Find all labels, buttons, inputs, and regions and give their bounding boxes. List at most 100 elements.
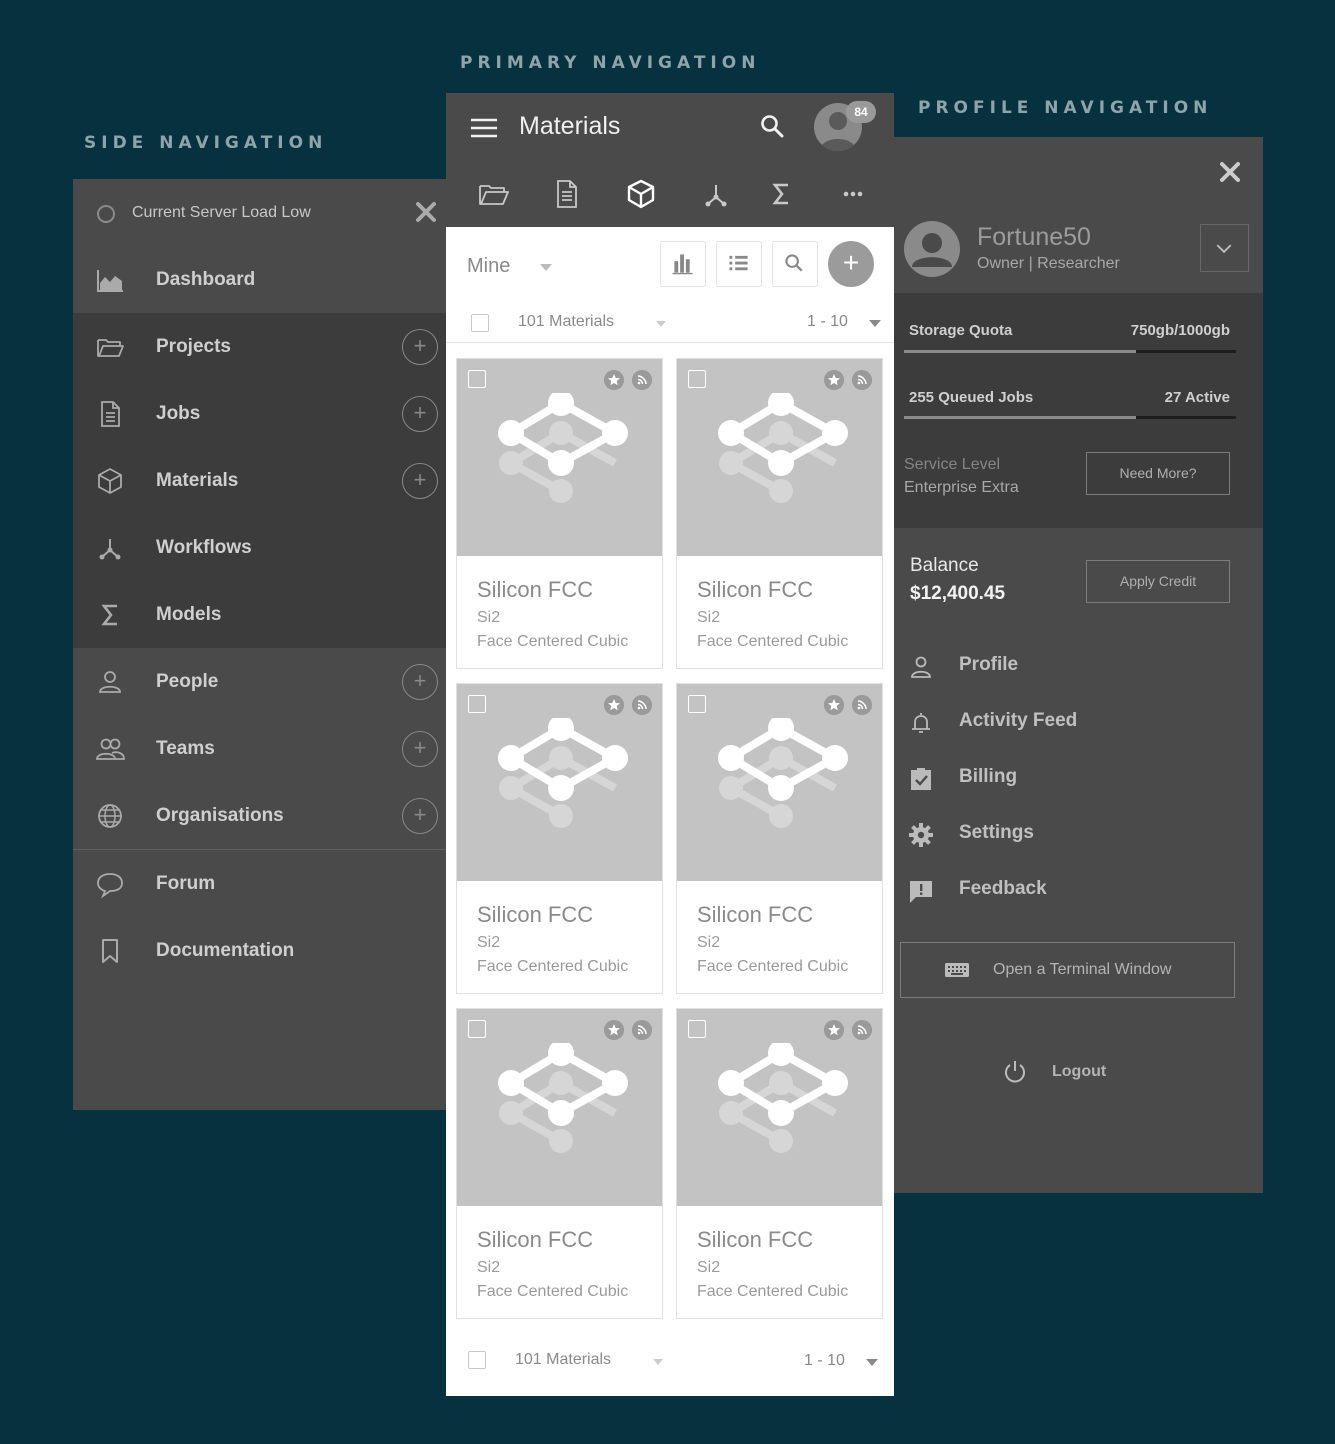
sidebar-item-documentation[interactable]: Documentation xyxy=(73,917,446,984)
material-thumbnail xyxy=(457,359,662,556)
sidebar-item-models[interactable]: Models xyxy=(73,581,446,648)
star-icon[interactable] xyxy=(824,370,844,390)
menu-item-label: Billing xyxy=(959,766,1018,787)
more-icon[interactable] xyxy=(836,177,870,211)
material-description: Face Centered Cubic xyxy=(697,1283,849,1300)
sidebar-item-teams[interactable]: Teams + xyxy=(73,715,446,782)
card-checkbox[interactable] xyxy=(688,695,706,713)
sidebar-item-materials[interactable]: Materials + xyxy=(73,447,446,514)
add-job-button[interactable]: + xyxy=(402,395,438,432)
profile-menu-activity-feed[interactable]: Activity Feed xyxy=(894,702,1263,742)
rss-icon[interactable] xyxy=(852,1020,872,1040)
account-dropdown-button[interactable] xyxy=(1200,224,1249,272)
list-view-button[interactable] xyxy=(716,241,762,287)
search-icon[interactable] xyxy=(759,113,785,139)
tab-models-sigma-icon[interactable] xyxy=(764,177,798,211)
select-all-checkbox[interactable] xyxy=(468,1351,486,1369)
filter-select[interactable]: Mine xyxy=(467,255,510,278)
add-project-button[interactable]: + xyxy=(402,328,438,365)
balance-value: $12,400.45 xyxy=(910,583,1006,604)
molecule-icon xyxy=(498,718,628,828)
sidebar-item-jobs[interactable]: Jobs + xyxy=(73,380,446,447)
tab-jobs-document-icon[interactable] xyxy=(550,177,584,211)
tab-projects-folder-icon[interactable] xyxy=(477,177,511,211)
search-list-button[interactable] xyxy=(772,241,818,287)
star-icon[interactable] xyxy=(824,1020,844,1040)
add-organisation-button[interactable]: + xyxy=(402,797,438,834)
card-checkbox[interactable] xyxy=(468,1020,486,1038)
rss-icon[interactable] xyxy=(632,370,652,390)
star-icon[interactable] xyxy=(604,370,624,390)
sidebar-item-organisations[interactable]: Organisations + xyxy=(73,782,446,849)
list-header: 101 Materials 1 - 10 xyxy=(446,303,894,343)
tab-workflows-icon[interactable] xyxy=(699,177,733,211)
profile-menu-profile[interactable]: Profile xyxy=(894,646,1263,686)
list-footer: 101 Materials 1 - 10 xyxy=(446,1333,894,1383)
open-terminal-button[interactable]: Open a Terminal Window xyxy=(900,942,1235,998)
close-icon[interactable] xyxy=(1219,161,1241,183)
sort-chevron-icon[interactable] xyxy=(653,1359,663,1365)
material-description: Face Centered Cubic xyxy=(697,958,849,975)
logout-button[interactable]: Logout xyxy=(1002,1057,1142,1087)
apply-credit-button[interactable]: Apply Credit xyxy=(1086,560,1230,603)
sort-chevron-icon[interactable] xyxy=(656,321,666,327)
terminal-label: Open a Terminal Window xyxy=(993,961,1172,978)
cube-icon xyxy=(98,467,122,494)
clipboard-check-icon xyxy=(911,768,931,790)
sidebar-item-label: Models xyxy=(156,603,222,625)
rss-icon[interactable] xyxy=(632,695,652,715)
material-card[interactable]: Silicon FCC Si2 Face Centered Cubic xyxy=(676,358,883,669)
rss-icon[interactable] xyxy=(852,695,872,715)
select-all-checkbox[interactable] xyxy=(471,314,489,332)
material-name: Silicon FCC xyxy=(477,1227,594,1252)
balance-label: Balance xyxy=(910,555,979,576)
material-card[interactable]: Silicon FCC Si2 Face Centered Cubic xyxy=(456,1008,663,1319)
sidebar-item-dashboard[interactable]: Dashboard xyxy=(73,246,446,313)
sidebar-item-workflows[interactable]: Workflows xyxy=(73,514,446,581)
add-person-button[interactable]: + xyxy=(402,663,438,700)
star-icon[interactable] xyxy=(604,1020,624,1040)
add-material-button[interactable]: + xyxy=(402,462,438,499)
material-card[interactable]: Silicon FCC Si2 Face Centered Cubic xyxy=(456,358,663,669)
add-team-button[interactable]: + xyxy=(402,730,438,767)
tab-materials-cube-icon[interactable] xyxy=(624,177,658,211)
material-description: Face Centered Cubic xyxy=(477,1283,629,1300)
page-range-chevron-icon[interactable] xyxy=(866,1359,878,1366)
search-icon xyxy=(785,254,803,272)
card-checkbox[interactable] xyxy=(688,1020,706,1038)
sidebar-item-projects[interactable]: Projects + xyxy=(73,313,446,380)
molecule-icon xyxy=(498,393,628,503)
sidebar-item-people[interactable]: People + xyxy=(73,648,446,715)
star-icon[interactable] xyxy=(604,695,624,715)
molecule-icon xyxy=(718,393,848,503)
rss-icon[interactable] xyxy=(632,1020,652,1040)
add-material-fab[interactable]: + xyxy=(828,241,874,287)
material-card[interactable]: Silicon FCC Si2 Face Centered Cubic xyxy=(676,1008,883,1319)
service-level-value: Enterprise Extra xyxy=(904,479,1019,496)
card-checkbox[interactable] xyxy=(468,695,486,713)
globe-icon xyxy=(98,803,122,828)
card-checkbox[interactable] xyxy=(688,370,706,388)
need-more-button[interactable]: Need More? xyxy=(1086,452,1230,495)
profile-menu-feedback[interactable]: Feedback xyxy=(894,870,1263,910)
menu-item-label: Profile xyxy=(959,654,1019,675)
material-card[interactable]: Silicon FCC Si2 Face Centered Cubic xyxy=(676,683,883,994)
profile-menu-settings[interactable]: Settings xyxy=(894,814,1263,854)
sidebar-item-forum[interactable]: Forum xyxy=(73,850,446,917)
logout-label: Logout xyxy=(1052,1063,1107,1080)
material-thumbnail xyxy=(457,1009,662,1206)
page-range-chevron-icon[interactable] xyxy=(869,320,881,327)
menu-item-label: Settings xyxy=(959,822,1034,843)
hamburger-menu-icon[interactable] xyxy=(471,118,497,138)
chart-view-button[interactable] xyxy=(660,241,706,287)
close-icon[interactable] xyxy=(415,201,437,223)
bell-icon xyxy=(912,713,930,733)
star-icon[interactable] xyxy=(824,695,844,715)
user-avatar-icon xyxy=(912,233,952,267)
bar-chart-icon xyxy=(672,254,693,275)
chevron-down-icon[interactable] xyxy=(540,264,552,271)
profile-menu-billing[interactable]: Billing xyxy=(894,758,1263,798)
rss-icon[interactable] xyxy=(852,370,872,390)
material-card[interactable]: Silicon FCC Si2 Face Centered Cubic xyxy=(456,683,663,994)
card-checkbox[interactable] xyxy=(468,370,486,388)
